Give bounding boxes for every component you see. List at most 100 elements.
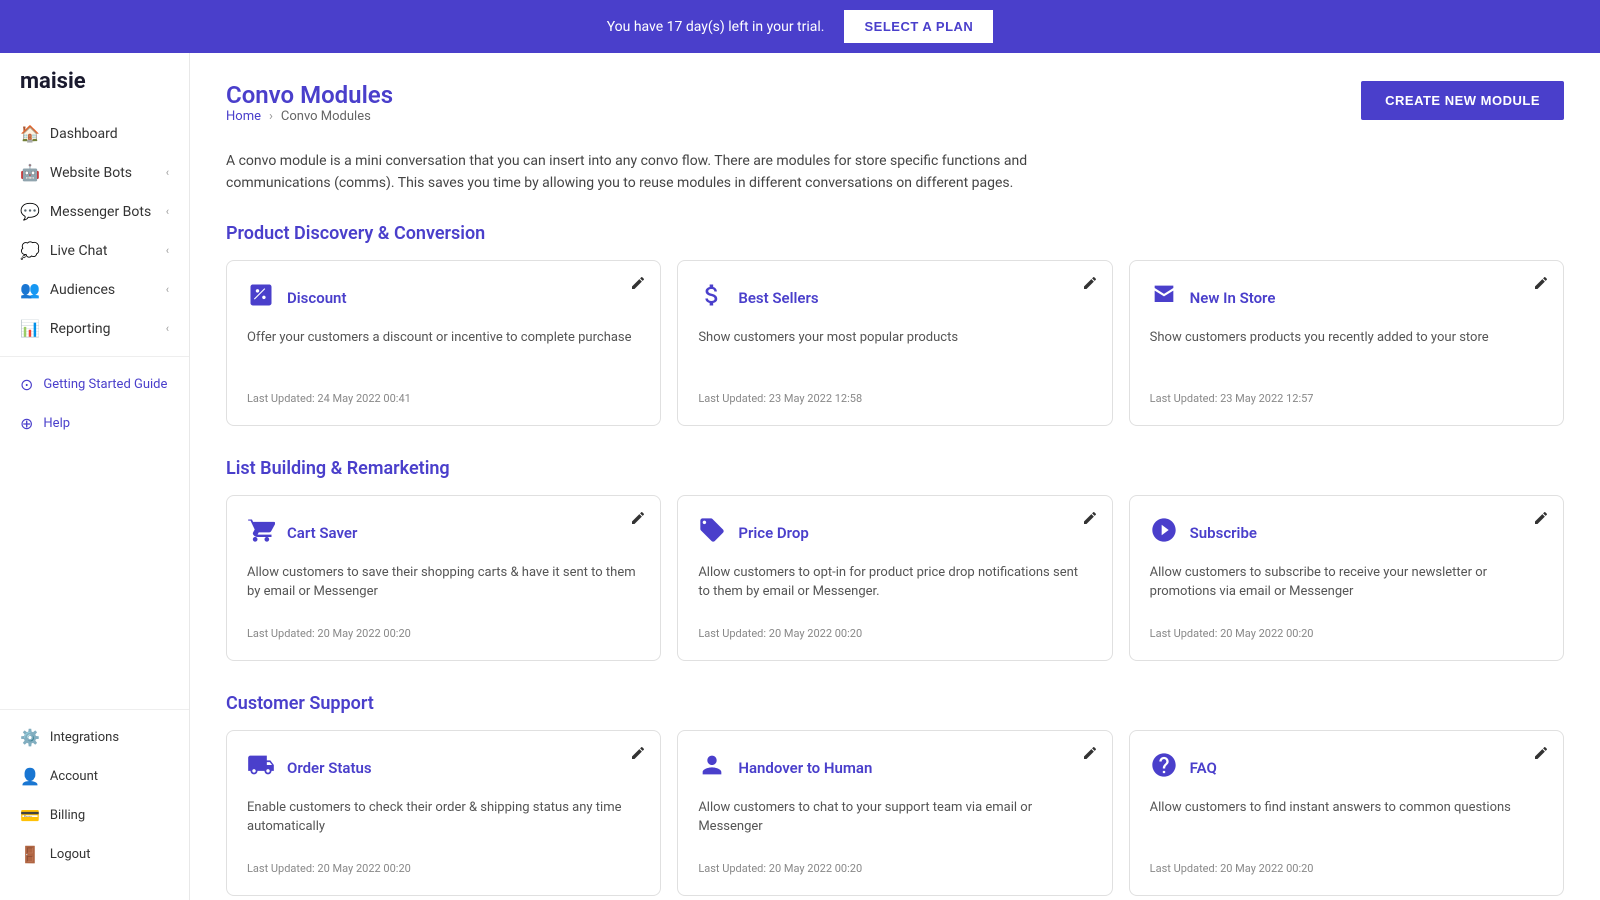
card-handover-to-human[interactable]: Handover to Human Allow customers to cha… (677, 730, 1112, 896)
sidebar-item-audiences[interactable]: 👥 Audiences ‹ (0, 270, 189, 309)
sidebar-bottom: ⚙️ Integrations 👤 Account 💳 Billing 🚪 Lo… (0, 691, 189, 884)
integrations-icon: ⚙️ (20, 728, 40, 747)
chevron-icon: ‹ (166, 322, 169, 335)
card-header: Handover to Human (698, 751, 1091, 786)
page-title: Convo Modules (226, 81, 393, 109)
sidebar-item-live-chat[interactable]: 💭 Live Chat ‹ (0, 231, 189, 270)
edit-icon[interactable] (1082, 745, 1098, 765)
truck-icon (247, 751, 275, 786)
section-customer-support: Customer Support Order Status Enable cus… (226, 693, 1564, 896)
card-title: Handover to Human (738, 759, 872, 777)
trial-banner: You have 17 day(s) left in your trial. S… (0, 0, 1600, 53)
select-plan-button[interactable]: SELECT A PLAN (844, 10, 993, 43)
messenger-bots-icon: 💬 (20, 202, 40, 221)
card-faq[interactable]: FAQ Allow customers to find instant answ… (1129, 730, 1564, 896)
edit-icon[interactable] (1533, 510, 1549, 530)
card-description: Allow customers to chat to your support … (698, 798, 1091, 848)
card-discount[interactable]: Discount Offer your customers a discount… (226, 260, 661, 426)
card-last-updated: Last Updated: 23 May 2022 12:57 (1150, 392, 1543, 405)
card-header: Order Status (247, 751, 640, 786)
sidebar-item-dashboard[interactable]: 🏠 Dashboard (0, 114, 189, 153)
question-icon (1150, 751, 1178, 786)
section-title-product-discovery: Product Discovery & Conversion (226, 223, 1564, 244)
card-title: Subscribe (1190, 524, 1257, 542)
sidebar-item-website-bots[interactable]: 🤖 Website Bots ‹ (0, 153, 189, 192)
sidebar-item-account[interactable]: 👤 Account (0, 757, 189, 796)
card-new-in-store[interactable]: New In Store Show customers products you… (1129, 260, 1564, 426)
card-description: Allow customers to opt-in for product pr… (698, 563, 1091, 613)
card-subscribe[interactable]: Subscribe Allow customers to subscribe t… (1129, 495, 1564, 661)
edit-icon[interactable] (1082, 510, 1098, 530)
sidebar-item-label: Logout (50, 847, 91, 862)
edit-icon[interactable] (1533, 745, 1549, 765)
card-title: Cart Saver (287, 524, 357, 542)
card-cart-saver[interactable]: Cart Saver Allow customers to save their… (226, 495, 661, 661)
breadcrumb: Home › Convo Modules (226, 109, 393, 124)
card-price-drop[interactable]: Price Drop Allow customers to opt-in for… (677, 495, 1112, 661)
sidebar-item-integrations[interactable]: ⚙️ Integrations (0, 718, 189, 757)
card-last-updated: Last Updated: 23 May 2022 12:58 (698, 392, 1091, 405)
card-title: New In Store (1190, 289, 1276, 307)
website-bots-icon: 🤖 (20, 163, 40, 182)
logo: maisie (0, 69, 189, 114)
card-title: Price Drop (738, 524, 808, 542)
help-link[interactable]: ⊕ Help (0, 404, 189, 443)
card-last-updated: Last Updated: 20 May 2022 00:20 (1150, 627, 1543, 640)
breadcrumb-home[interactable]: Home (226, 109, 261, 124)
sidebar-item-billing[interactable]: 💳 Billing (0, 796, 189, 835)
guide-icon: ⊙ (20, 375, 33, 394)
card-header: Best Sellers (698, 281, 1091, 316)
create-module-button[interactable]: CREATE NEW MODULE (1361, 81, 1564, 120)
main-content: Convo Modules Home › Convo Modules CREAT… (190, 53, 1600, 900)
card-header: New In Store (1150, 281, 1543, 316)
card-title: FAQ (1190, 759, 1217, 777)
edit-icon[interactable] (630, 510, 646, 530)
card-description: Allow customers to find instant answers … (1150, 798, 1543, 848)
sidebar-item-label: Live Chat (50, 243, 108, 259)
chevron-icon: ‹ (166, 244, 169, 257)
cart-icon (247, 516, 275, 551)
edit-icon[interactable] (1082, 275, 1098, 295)
edit-icon[interactable] (630, 275, 646, 295)
edit-icon[interactable] (1533, 275, 1549, 295)
sidebar-item-logout[interactable]: 🚪 Logout (0, 835, 189, 874)
reporting-icon: 📊 (20, 319, 40, 338)
edit-icon[interactable] (630, 745, 646, 765)
getting-started-guide-link[interactable]: ⊙ Getting Started Guide (0, 365, 189, 404)
cards-grid-list-building: Cart Saver Allow customers to save their… (226, 495, 1564, 661)
card-last-updated: Last Updated: 20 May 2022 00:20 (1150, 862, 1543, 875)
sidebar-item-label: Dashboard (50, 126, 118, 142)
breadcrumb-current: Convo Modules (281, 109, 371, 124)
subscribe-icon (1150, 516, 1178, 551)
dashboard-icon: 🏠 (20, 124, 40, 143)
section-title-customer-support: Customer Support (226, 693, 1564, 714)
card-title: Order Status (287, 759, 372, 777)
card-description: Show customers products you recently add… (1150, 328, 1543, 378)
card-title: Discount (287, 289, 346, 307)
chevron-icon: ‹ (166, 283, 169, 296)
card-header: Price Drop (698, 516, 1091, 551)
card-header: Discount (247, 281, 640, 316)
percent-icon (247, 281, 275, 316)
card-best-sellers[interactable]: Best Sellers Show customers your most po… (677, 260, 1112, 426)
help-icon: ⊕ (20, 414, 33, 433)
billing-icon: 💳 (20, 806, 40, 825)
card-order-status[interactable]: Order Status Enable customers to check t… (226, 730, 661, 896)
tag-icon (698, 516, 726, 551)
card-description: Allow customers to subscribe to receive … (1150, 563, 1543, 613)
card-last-updated: Last Updated: 20 May 2022 00:20 (247, 862, 640, 875)
sidebar-item-label: Audiences (50, 282, 115, 298)
chevron-icon: ‹ (166, 205, 169, 218)
card-description: Show customers your most popular product… (698, 328, 1091, 378)
card-description: Allow customers to save their shopping c… (247, 563, 640, 613)
section-title-list-building: List Building & Remarketing (226, 458, 1564, 479)
guide-label: Getting Started Guide (43, 377, 167, 392)
breadcrumb-separator: › (269, 109, 273, 124)
card-last-updated: Last Updated: 20 May 2022 00:20 (698, 862, 1091, 875)
sidebar-nav: 🏠 Dashboard 🤖 Website Bots ‹ 💬 Messenger… (0, 114, 189, 691)
sidebar-item-reporting[interactable]: 📊 Reporting ‹ (0, 309, 189, 348)
sidebar-item-messenger-bots[interactable]: 💬 Messenger Bots ‹ (0, 192, 189, 231)
card-description: Enable customers to check their order & … (247, 798, 640, 848)
sidebar-item-label: Reporting (50, 321, 111, 337)
sidebar-item-label: Account (50, 769, 98, 784)
